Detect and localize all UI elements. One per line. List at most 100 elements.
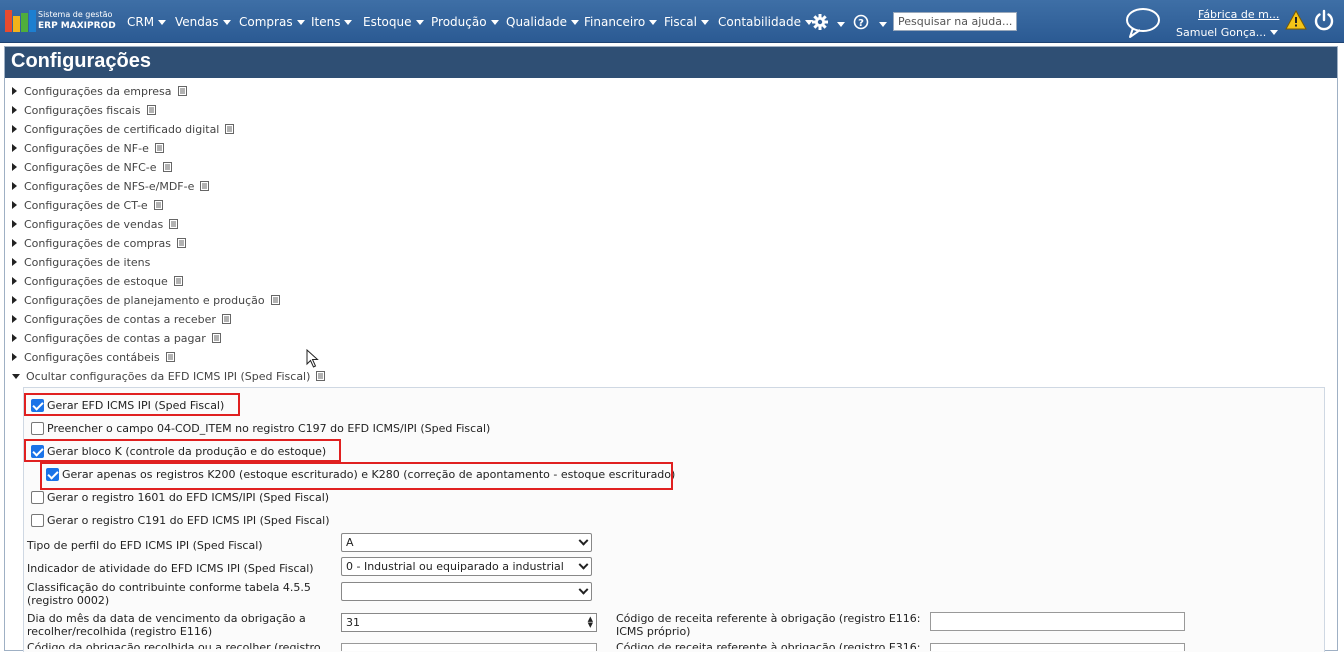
chevron-down-icon — [578, 559, 589, 570]
document-icon[interactable] — [221, 313, 231, 327]
menu-producao[interactable]: Produção — [431, 14, 499, 30]
highlight-box — [24, 439, 341, 462]
company-link[interactable]: Fábrica de m... — [1198, 8, 1279, 21]
section-estoque[interactable]: Configurações de estoque — [12, 273, 183, 289]
section-planejamento[interactable]: Configurações de planejamento e produção — [12, 292, 280, 308]
checkbox-label: Gerar o registro C191 do EFD ICMS IPI (S… — [47, 513, 330, 527]
menu-itens[interactable]: Itens — [311, 14, 353, 30]
gear-icon[interactable] — [811, 13, 829, 34]
codigo-obrigacao-input[interactable] — [341, 643, 597, 651]
expand-arrow-icon — [12, 163, 17, 171]
section-label: Configurações de NF-e — [24, 141, 149, 155]
help-search-input[interactable] — [893, 12, 1017, 31]
menu-vendas[interactable]: Vendas — [175, 14, 231, 30]
menu-producao-label: Produção — [431, 15, 487, 29]
power-icon[interactable] — [1313, 9, 1335, 34]
checkbox-unchecked-icon[interactable] — [31, 490, 44, 504]
menu-qualidade[interactable]: Qualidade — [506, 14, 580, 30]
chevron-down-icon — [578, 584, 589, 595]
checkbox-registro-1601[interactable]: Gerar o registro 1601 do EFD ICMS/IPI (S… — [31, 488, 329, 506]
document-icon[interactable] — [154, 142, 164, 156]
section-certificado[interactable]: Configurações de certificado digital — [12, 121, 235, 137]
section-label: Configurações de contas a receber — [24, 312, 216, 326]
section-empresa[interactable]: Configurações da empresa — [12, 83, 187, 99]
section-nfce[interactable]: Configurações de NFC-e — [12, 159, 172, 175]
maxiprod-logo-icon[interactable] — [5, 10, 36, 32]
chevron-down-icon[interactable] — [837, 17, 845, 30]
atividade-select[interactable]: 0 - Industrial ou equiparado a industria… — [341, 557, 592, 576]
chevron-down-icon[interactable] — [879, 17, 887, 30]
help-icon[interactable]: ? — [853, 14, 869, 33]
document-icon[interactable] — [173, 275, 183, 289]
document-icon[interactable] — [200, 180, 210, 194]
codigo-receita-e316-input[interactable] — [930, 643, 1185, 651]
checkbox-label: Gerar o registro 1601 do EFD ICMS/IPI (S… — [47, 490, 330, 504]
section-label: Configurações de estoque — [24, 274, 168, 288]
menu-contabilidade[interactable]: Contabilidade — [718, 14, 813, 30]
classificacao-label: Classificação do contribuinte conforme t… — [27, 581, 311, 607]
section-fiscais[interactable]: Configurações fiscais — [12, 102, 156, 118]
section-label: Configurações de itens — [24, 255, 151, 269]
codigo-receita-input[interactable] — [930, 612, 1185, 631]
checkbox-unchecked-icon[interactable] — [31, 421, 44, 435]
document-icon[interactable] — [270, 294, 280, 308]
chevron-down-icon — [158, 19, 167, 25]
section-cte[interactable]: Configurações de CT-e — [12, 197, 163, 213]
section-vendas[interactable]: Configurações de vendas — [12, 216, 179, 232]
document-icon[interactable] — [225, 123, 235, 137]
classificacao-select[interactable] — [341, 582, 592, 601]
section-nfse-mdfe[interactable]: Configurações de NFS-e/MDF-e — [12, 178, 210, 194]
menu-crm[interactable]: CRM — [127, 14, 167, 30]
atividade-value: 0 - Industrial ou equiparado a industria… — [346, 560, 564, 573]
document-icon[interactable] — [169, 218, 179, 232]
document-icon[interactable] — [146, 104, 156, 118]
section-label: Configurações fiscais — [24, 103, 141, 117]
checkbox-registro-c191[interactable]: Gerar o registro C191 do EFD ICMS IPI (S… — [31, 511, 330, 529]
section-efd-icms-ipi[interactable]: Ocultar configurações da EFD ICMS IPI (S… — [12, 368, 326, 384]
section-label: Configurações de NFC-e — [24, 160, 157, 174]
section-nfe[interactable]: Configurações de NF-e — [12, 140, 164, 156]
dia-vencimento-value: 31 — [346, 616, 360, 629]
document-icon[interactable] — [177, 85, 187, 99]
svg-text:?: ? — [858, 18, 864, 29]
dia-vencimento-stepper[interactable]: 31 ▲ ▼ — [341, 613, 597, 632]
section-compras[interactable]: Configurações de compras — [12, 235, 187, 251]
section-contas-pagar[interactable]: Configurações de contas a pagar — [12, 330, 221, 346]
checkbox-cod-item-c197[interactable]: Preencher o campo 04-COD_ITEM no registr… — [31, 419, 490, 437]
expand-arrow-icon — [12, 201, 17, 209]
menu-estoque-label: Estoque — [363, 15, 412, 29]
document-icon[interactable] — [316, 370, 326, 384]
section-label: Ocultar configurações da EFD ICMS IPI (S… — [26, 369, 311, 383]
checkbox-unchecked-icon[interactable] — [31, 513, 44, 527]
section-itens[interactable]: Configurações de itens — [12, 254, 150, 270]
expand-arrow-icon — [12, 258, 17, 266]
stepper-arrows-icon[interactable]: ▲ ▼ — [588, 616, 593, 629]
section-label: Configurações de CT-e — [24, 198, 148, 212]
menu-financeiro[interactable]: Financeiro — [584, 14, 658, 30]
menu-contabilidade-label: Contabilidade — [718, 15, 801, 29]
section-label: Configurações de NFS-e/MDF-e — [24, 179, 195, 193]
section-label: Configurações de certificado digital — [24, 122, 220, 136]
section-label: Configurações da empresa — [24, 84, 172, 98]
chat-bubble-icon[interactable] — [1124, 7, 1162, 42]
document-icon[interactable] — [211, 332, 221, 346]
document-icon[interactable] — [165, 351, 175, 365]
document-icon[interactable] — [153, 199, 163, 213]
section-label: Configurações de planejamento e produção — [24, 293, 265, 307]
expand-arrow-icon — [12, 220, 17, 228]
section-contabeis[interactable]: Configurações contábeis — [12, 349, 175, 365]
document-icon[interactable] — [177, 237, 187, 251]
section-contas-receber[interactable]: Configurações de contas a receber — [12, 311, 231, 327]
perfil-value: A — [346, 536, 354, 549]
section-label: Configurações contábeis — [24, 350, 160, 364]
perfil-select[interactable]: A — [341, 533, 592, 552]
chevron-down-icon — [490, 19, 499, 25]
document-icon[interactable] — [162, 161, 172, 175]
menu-compras-label: Compras — [239, 15, 293, 29]
menu-estoque[interactable]: Estoque — [363, 14, 424, 30]
menu-compras[interactable]: Compras — [239, 14, 305, 30]
warning-icon[interactable] — [1285, 9, 1307, 33]
menu-fiscal[interactable]: Fiscal — [664, 14, 709, 30]
user-menu[interactable]: Samuel Gonça... — [1176, 26, 1279, 39]
expand-arrow-icon — [12, 239, 17, 247]
